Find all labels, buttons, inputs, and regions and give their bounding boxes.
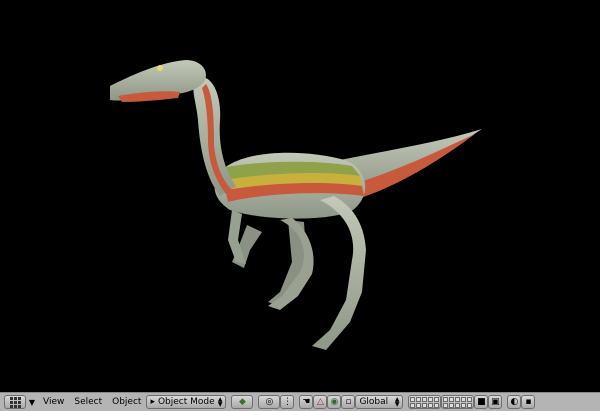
orientation-select-label: Global <box>359 397 389 407</box>
toggle-icon[interactable]: ▣ <box>488 395 503 409</box>
lock-layer-icon[interactable]: ■ <box>474 395 489 409</box>
orientation-select[interactable]: Global ▲ ▼ <box>355 395 404 409</box>
dinosaur-model <box>110 60 482 350</box>
draw-type-icon[interactable]: ◆ <box>231 395 254 409</box>
translate-icon[interactable]: △ <box>313 395 328 409</box>
rotate-icon[interactable]: ◉ <box>327 395 342 409</box>
pivot-icon[interactable]: ◎ <box>258 395 281 409</box>
mode-icon: ▸ <box>150 397 155 407</box>
layer-buttons-2[interactable] <box>441 395 475 409</box>
select-menu[interactable]: Select <box>69 395 107 409</box>
snap-icon[interactable]: ⋮ <box>280 395 295 409</box>
layer-buttons-1[interactable] <box>408 395 442 409</box>
3d-viewport[interactable] <box>0 0 600 392</box>
render-preview-icon[interactable]: ◐ <box>507 395 522 409</box>
dropdown-arrows-icon: ▲ ▼ <box>394 396 400 408</box>
object-menu[interactable]: Object <box>107 395 146 409</box>
editor-type-icon[interactable] <box>4 395 26 409</box>
menu-collapse-icon[interactable]: ▼ <box>26 395 38 409</box>
scale-icon[interactable]: ▫ <box>341 395 356 409</box>
view-menu[interactable]: View <box>38 395 69 409</box>
mode-select[interactable]: ▸ Object Mode ▲ ▼ <box>146 395 227 409</box>
mode-select-label: Object Mode <box>157 397 215 407</box>
viewport-header: ▼ View Select Object ▸ Object Mode ▲ ▼ ◆ … <box>0 392 600 411</box>
manipulator-hand-icon[interactable]: ☚ <box>299 395 314 409</box>
dropdown-arrows-icon: ▲ ▼ <box>217 396 223 408</box>
render-icon[interactable]: ▪ <box>521 395 536 409</box>
